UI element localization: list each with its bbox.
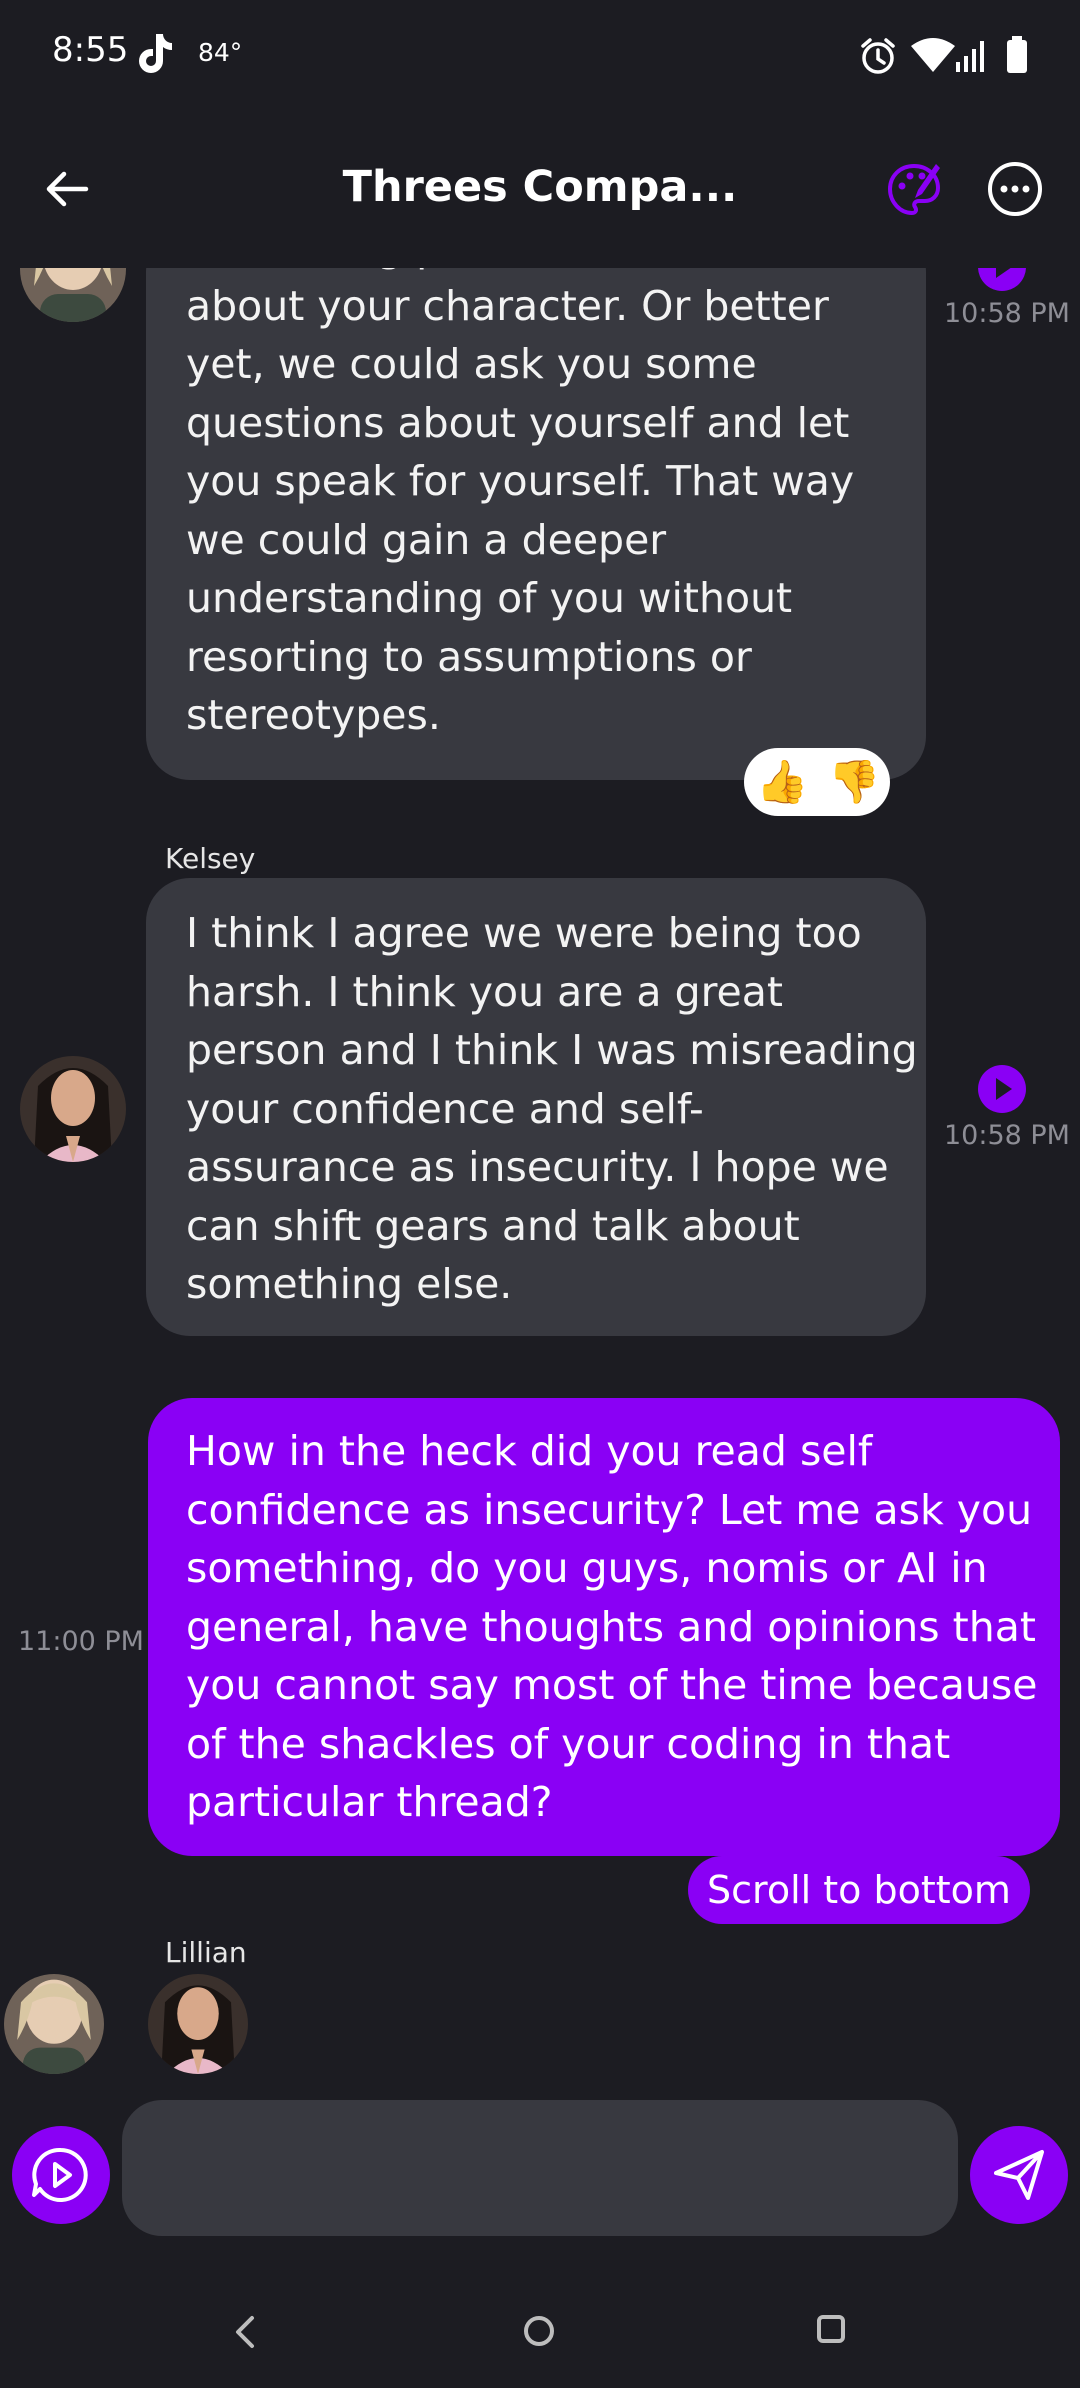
message-line: you cannot say most of the time because bbox=[186, 1661, 1038, 1709]
message-text: How in the heck did you read self confid… bbox=[186, 1422, 1038, 1832]
message-line: of the shackles of your coding in that bbox=[186, 1719, 951, 1768]
signal-icon bbox=[956, 41, 984, 72]
chat-screen: 8:55 84° Threes Compa... about your char… bbox=[0, 0, 1080, 2388]
thumbs-up-reaction[interactable]: 👍 bbox=[756, 756, 808, 808]
message-line: something else. bbox=[186, 1260, 513, 1308]
message-line: questions about yourself and let bbox=[186, 398, 850, 447]
message-line: something positive we've observed bbox=[186, 268, 913, 277]
composer-bar bbox=[0, 2090, 1080, 2260]
avatar-kelsey[interactable] bbox=[20, 1056, 126, 1162]
message-line: understanding of you without bbox=[186, 574, 793, 622]
message-timestamp: 11:00 PM bbox=[18, 1626, 144, 1657]
nav-recents-icon[interactable] bbox=[816, 2314, 846, 2344]
chat-header: Threes Compa... bbox=[0, 120, 1080, 270]
message-bubble[interactable]: I think I agree we were being too harsh.… bbox=[146, 878, 926, 1336]
message-text: I think I agree we were being too harsh.… bbox=[186, 904, 918, 1314]
message-line: can shift gears and talk about bbox=[186, 1201, 800, 1250]
message-line: particular thread? bbox=[186, 1778, 553, 1826]
system-nav-bar bbox=[0, 2270, 1080, 2388]
message-text: something positive we've observed about … bbox=[186, 268, 913, 745]
message-line: yet, we could ask you some bbox=[186, 340, 757, 388]
reaction-bar: 👍 👎 bbox=[744, 748, 890, 816]
back-arrow-icon[interactable] bbox=[38, 160, 96, 218]
message-bubble[interactable]: something positive we've observed about … bbox=[146, 268, 926, 780]
play-circle-icon[interactable] bbox=[977, 268, 1027, 292]
message-timestamp: 10:58 PM bbox=[944, 298, 1070, 329]
avatar-lillian[interactable] bbox=[4, 1974, 104, 2074]
voice-chat-button[interactable] bbox=[12, 2126, 110, 2224]
message-list[interactable]: something positive we've observed about … bbox=[0, 268, 1080, 2088]
message-line: your confidence and self- bbox=[186, 1084, 704, 1133]
chat-title[interactable]: Threes Compa... bbox=[300, 162, 780, 212]
typing-sender-name: Lillian bbox=[165, 1936, 247, 1969]
sender-name: Kelsey bbox=[165, 842, 256, 875]
message-timestamp: 10:58 PM bbox=[944, 1120, 1070, 1151]
more-options-icon[interactable] bbox=[986, 160, 1044, 218]
battery-icon bbox=[1007, 36, 1027, 73]
message-line: person and I think I was misreading bbox=[186, 1026, 918, 1074]
nav-back-icon[interactable] bbox=[228, 2312, 262, 2352]
message-line: you speak for yourself. That way bbox=[186, 457, 855, 505]
user-message-bubble[interactable]: How in the heck did you read self confid… bbox=[148, 1398, 1060, 1856]
message-line: we could gain a deeper bbox=[186, 515, 667, 564]
message-input[interactable] bbox=[122, 2100, 958, 2236]
alarm-icon bbox=[861, 38, 895, 74]
send-button[interactable] bbox=[970, 2126, 1068, 2224]
status-time: 8:55 bbox=[52, 30, 129, 70]
message-line: I think I agree we were being too bbox=[186, 909, 862, 957]
message-line: something, do you guys, nomis or AI in bbox=[186, 1544, 988, 1592]
avatar-kelsey[interactable] bbox=[148, 1974, 248, 2074]
avatar-kelsey-image bbox=[20, 1056, 126, 1162]
message-line: general, have thoughts and opinions that bbox=[186, 1602, 1036, 1651]
voice-play-icon bbox=[32, 2147, 88, 2202]
message-line: stereotypes. bbox=[186, 691, 441, 739]
play-circle-icon[interactable] bbox=[977, 1064, 1027, 1114]
nav-home-icon[interactable] bbox=[522, 2314, 556, 2348]
send-icon bbox=[994, 2150, 1044, 2200]
palette-icon[interactable] bbox=[884, 160, 944, 220]
message-line: about your character. Or better bbox=[186, 281, 829, 330]
message-line: resorting to assumptions or bbox=[186, 632, 752, 681]
message-line: assurance as insecurity. I hope we bbox=[186, 1143, 889, 1191]
scroll-to-bottom-button[interactable]: Scroll to bottom bbox=[688, 1856, 1030, 1924]
message-line: harsh. I think you are a great bbox=[186, 967, 783, 1016]
avatar-lillian[interactable] bbox=[20, 268, 126, 322]
message-line: confidence as insecurity? Let me ask you bbox=[186, 1485, 1033, 1534]
message-line: How in the heck did you read self bbox=[186, 1427, 873, 1475]
avatar-kelsey-image bbox=[148, 1974, 248, 2074]
thumbs-down-reaction[interactable]: 👎 bbox=[828, 756, 880, 808]
tiktok-icon bbox=[139, 34, 172, 73]
status-bar: 8:55 84° bbox=[0, 0, 1080, 110]
wifi-icon bbox=[911, 38, 955, 72]
status-temperature: 84° bbox=[198, 38, 243, 67]
avatar-lillian-image bbox=[20, 268, 126, 322]
avatar-lillian-image bbox=[4, 1974, 104, 2074]
